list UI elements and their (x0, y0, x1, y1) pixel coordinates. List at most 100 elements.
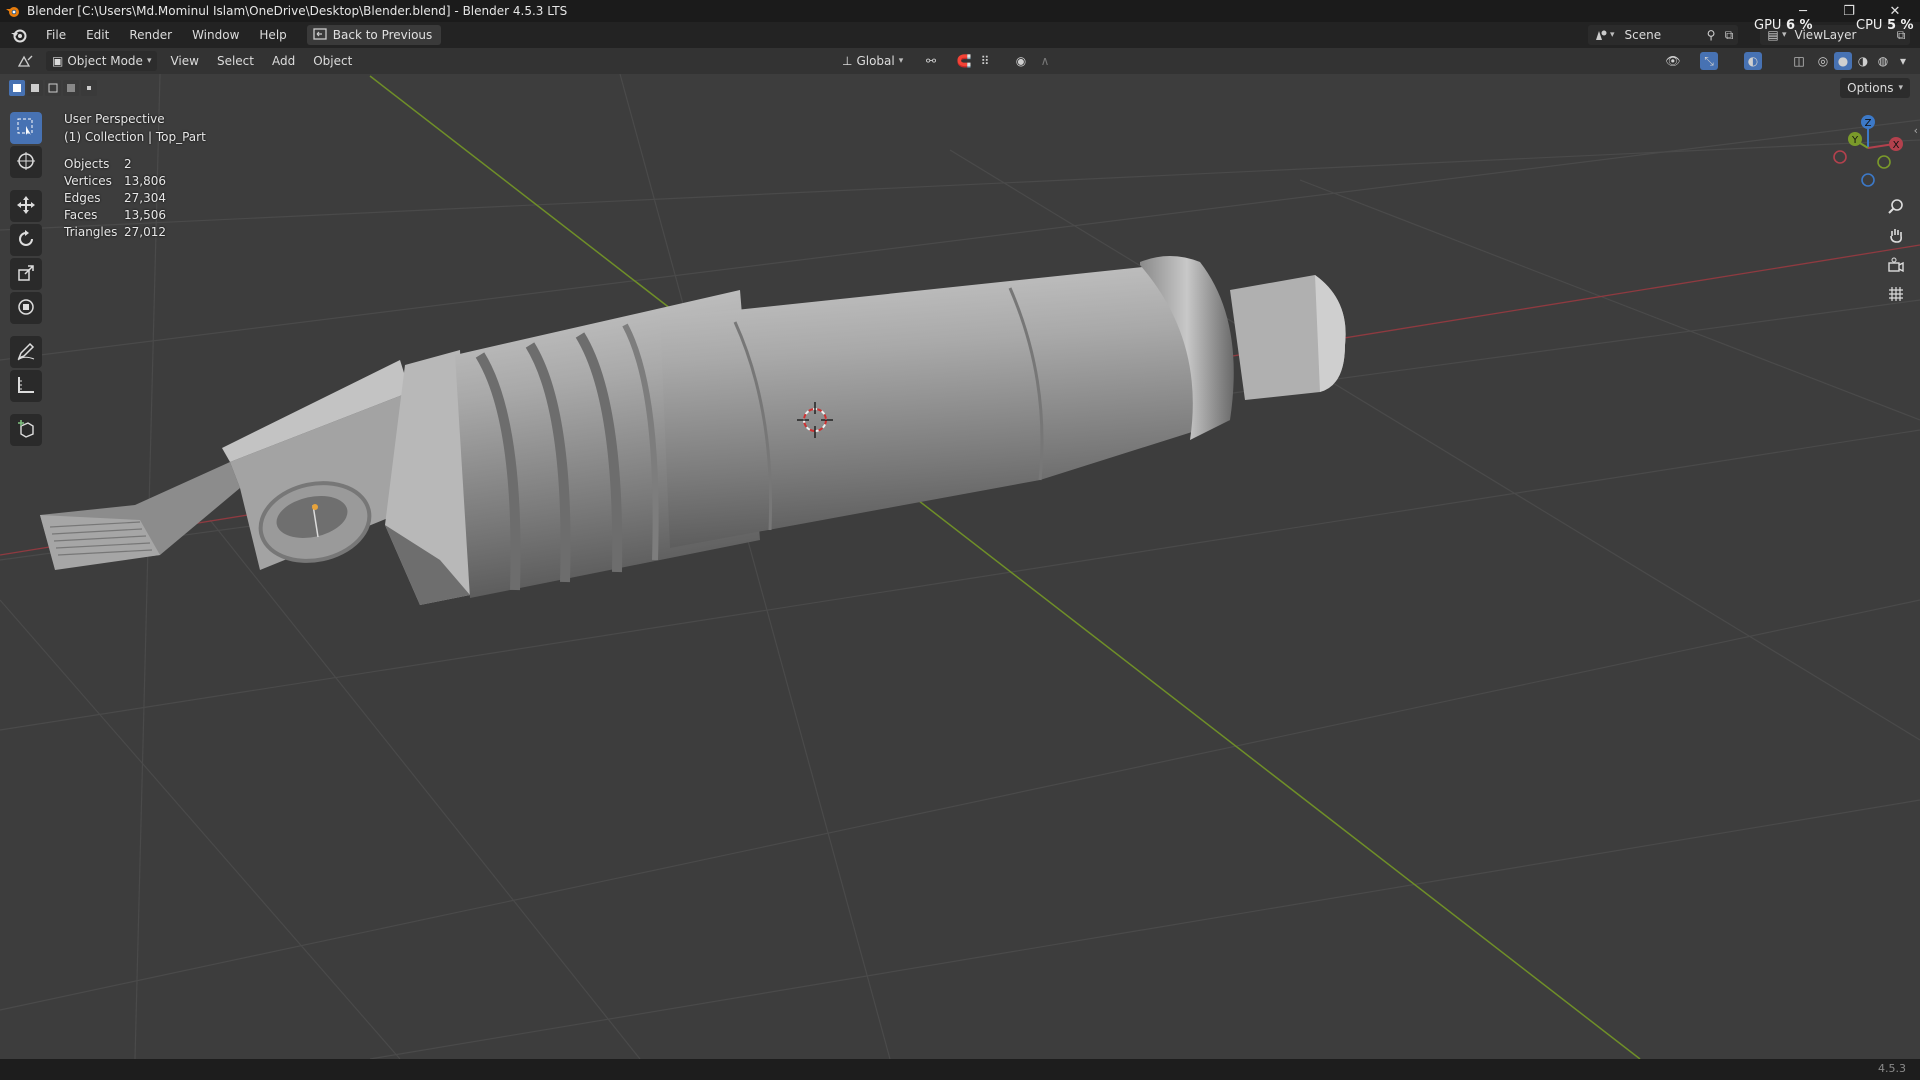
z-axis-label: Z (1865, 118, 1872, 129)
orthographic-grid-icon[interactable] (1883, 281, 1909, 307)
stat-label: Objects (64, 157, 110, 171)
chevron-down-icon: ▾ (1610, 30, 1615, 40)
version-label: 4.5.3 (1878, 1062, 1906, 1075)
transform-tool[interactable] (10, 292, 42, 324)
back-to-previous-label: Back to Previous (332, 28, 433, 42)
pan-hand-icon[interactable] (1883, 222, 1909, 248)
menu-render[interactable]: Render (119, 22, 182, 48)
scene-selector[interactable]: ▾ Scene ⚲ ⧉ (1588, 25, 1738, 45)
stat-value: 13,506 (124, 208, 166, 222)
mode-dropdown[interactable]: ▣ Object Mode ▾ (46, 51, 158, 71)
sidebar-toggle-icon[interactable]: ‹ (1914, 124, 1918, 137)
menu-add[interactable]: Add (263, 48, 304, 74)
pin-icon[interactable]: ⚲ (1702, 26, 1720, 44)
perspective-label: User Perspective (64, 112, 165, 126)
3d-viewport[interactable] (0, 74, 1920, 1059)
viewport-header: ▣ Object Mode ▾ View Select Add Object ⊥… (0, 48, 1920, 74)
falloff-icon[interactable]: ∧ (1036, 52, 1054, 70)
mode-label: Object Mode (67, 54, 143, 68)
scene-name: Scene (1624, 28, 1662, 42)
rotate-tool[interactable] (10, 224, 42, 256)
select-box-icon (16, 117, 36, 140)
add-cube-tool[interactable] (10, 414, 42, 446)
options-dropdown[interactable]: Options ▾ (1840, 78, 1910, 98)
tool-shelf (10, 110, 46, 448)
menu-help[interactable]: Help (249, 22, 296, 48)
status-bar: 4.5.3 (0, 1059, 1920, 1080)
material-shading-icon[interactable]: ◑ (1854, 52, 1872, 70)
move-icon (16, 195, 36, 218)
back-to-previous-button[interactable]: Back to Previous (306, 25, 442, 45)
cursor-tool[interactable] (10, 146, 42, 178)
wireframe-shading-icon[interactable]: ◎ (1814, 52, 1832, 70)
origin-dot (312, 504, 318, 510)
new-scene-icon[interactable]: ⧉ (1720, 26, 1738, 44)
add-cube-icon (16, 419, 36, 442)
move-tool[interactable] (10, 190, 42, 222)
select-invert-icon[interactable] (63, 80, 79, 96)
proportional-edit-icon[interactable]: ◉ (1012, 52, 1030, 70)
cpu-label: CPU (1856, 18, 1883, 33)
rotate-icon (16, 229, 36, 252)
blender-logo-icon[interactable] (10, 26, 28, 44)
cursor-icon (16, 151, 36, 174)
viewport-info-overlay: User Perspective (1) Collection | Top_Pa… (64, 110, 206, 241)
menu-view[interactable]: View (161, 48, 207, 74)
select-subtract-icon[interactable] (45, 80, 61, 96)
gpu-value: 6 % (1785, 18, 1813, 33)
menu-file[interactable]: File (36, 22, 76, 48)
cpu-value: 5 % (1886, 18, 1914, 33)
select-intersect-icon[interactable] (81, 80, 97, 96)
snap-target-icon[interactable]: ⠿ (976, 52, 994, 70)
y-axis-label: Y (1851, 135, 1859, 146)
pivot-point-icon[interactable]: ⚯ (922, 52, 940, 70)
camera-view-icon[interactable] (1883, 252, 1909, 278)
gizmo-toggle-icon[interactable]: ⤡ (1700, 52, 1718, 70)
annotate-tool[interactable] (10, 336, 42, 368)
chevron-down-icon: ▾ (146, 56, 152, 66)
navigation-gizmo[interactable]: Z X Y (1820, 110, 1910, 190)
viewport-scene[interactable] (0, 74, 1920, 1059)
select-new-icon[interactable] (9, 80, 25, 96)
stat-value: 27,304 (124, 191, 166, 205)
xray-icon[interactable]: ◫ (1790, 52, 1808, 70)
shading-options-icon[interactable]: ▾ (1894, 52, 1912, 70)
stat-label: Edges (64, 191, 101, 205)
scene-icon (1592, 26, 1610, 44)
stat-value: 2 (124, 157, 132, 171)
menu-select[interactable]: Select (208, 48, 263, 74)
select-box-tool[interactable] (10, 112, 42, 144)
overlays-icon[interactable]: ◐ (1744, 52, 1762, 70)
stat-row-edges: Edges 27,304 (64, 190, 206, 207)
solid-shading-icon[interactable]: ● (1834, 52, 1852, 70)
chevron-down-icon: ▾ (898, 56, 904, 66)
editor-type-icon[interactable] (12, 52, 40, 70)
selection-mode-group (9, 80, 97, 96)
floor-grid (0, 74, 1920, 1059)
stat-row-faces: Faces 13,506 (64, 207, 206, 224)
menu-window[interactable]: Window (182, 22, 249, 48)
title-bar: Blender [C:\Users\Md.Mominul Islam\OneDr… (0, 0, 1920, 22)
snap-icon[interactable]: 🧲 (955, 52, 973, 70)
gpu-usage: GPU 6 % (1754, 18, 1813, 33)
stat-label: Vertices (64, 174, 112, 188)
visibility-icon[interactable]: 👁 (1664, 52, 1682, 70)
neg-x-handle (1833, 150, 1847, 164)
x-axis-label: X (1893, 140, 1900, 151)
orientation-icon: ⊥ (842, 54, 853, 68)
stat-row-triangles: Triangles 27,012 (64, 224, 206, 241)
menu-object[interactable]: Object (304, 48, 361, 74)
measure-tool[interactable] (10, 370, 42, 402)
select-extend-icon[interactable] (27, 80, 43, 96)
collection-label: (1) Collection | Top_Part (64, 130, 206, 144)
transform-orientation-dropdown[interactable]: ⊥ Global ▾ (836, 51, 909, 71)
cpu-usage: CPU 5 % (1856, 18, 1914, 33)
menu-edit[interactable]: Edit (76, 22, 119, 48)
scale-tool[interactable] (10, 258, 42, 290)
stat-value: 13,806 (124, 174, 166, 188)
zoom-icon[interactable] (1883, 193, 1909, 219)
rendered-shading-icon[interactable]: ◍ (1874, 52, 1892, 70)
annotate-pencil-icon (16, 341, 36, 364)
transform-icon (16, 297, 36, 320)
stat-label: Faces (64, 208, 98, 222)
